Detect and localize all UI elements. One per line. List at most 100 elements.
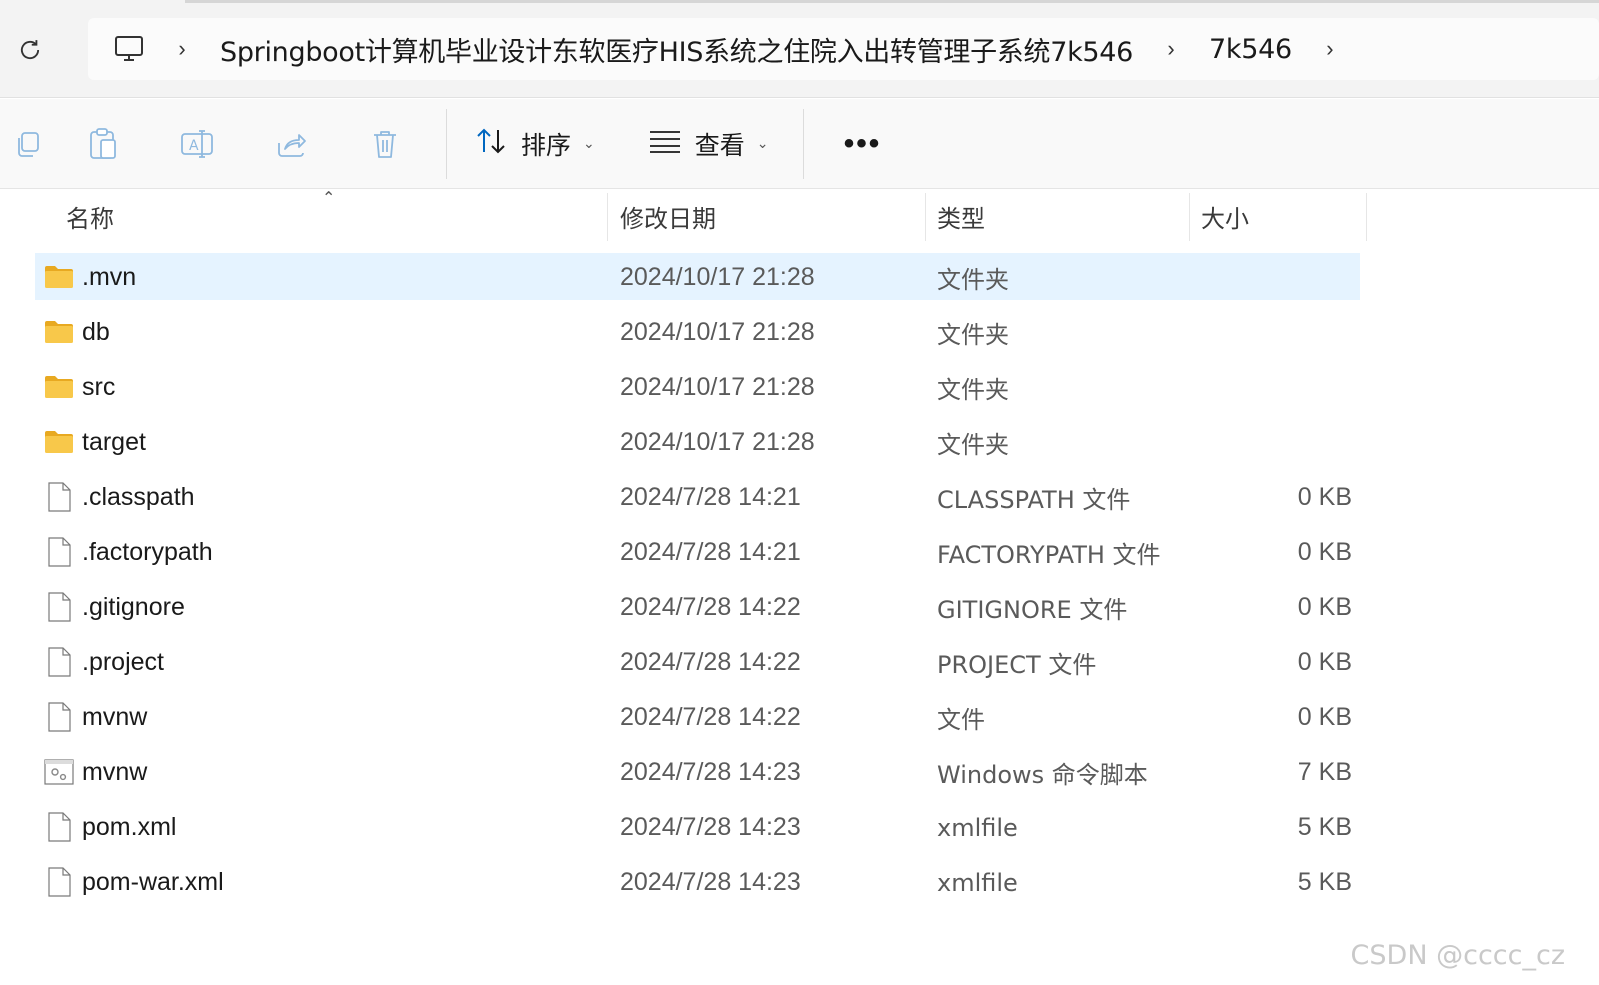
file-name[interactable]: db <box>82 305 110 360</box>
file-date: 2024/7/28 14:22 <box>620 593 801 621</box>
file-name[interactable]: mvnw <box>82 690 147 745</box>
chevron-right-icon[interactable]: › <box>162 36 202 62</box>
sort-icon <box>475 127 507 161</box>
breadcrumb-project[interactable]: Springboot计算机毕业设计东软医疗HIS系统之住院入出转管理子系统7k5… <box>202 30 1151 69</box>
file-row[interactable]: .classpath 2024/7/28 14:21 CLASSPATH 文件 0 K… <box>0 470 1599 525</box>
column-divider[interactable] <box>1366 193 1367 241</box>
share-icon[interactable] <box>244 114 338 174</box>
address-bar-region: › Springboot计算机毕业设计东软医疗HIS系统之住院入出转管理子系统7… <box>0 0 1599 98</box>
file-date: 2024/10/17 21:28 <box>620 263 815 291</box>
file-type: PROJECT 文件 <box>937 651 1097 679</box>
file-size <box>1200 415 1352 470</box>
file-size: 0 KB <box>1297 703 1352 731</box>
file-icon <box>43 591 75 623</box>
column-header-date[interactable]: 修改日期 <box>620 190 920 242</box>
file-row[interactable]: mvnw 2024/7/28 14:22 文件 0 KB <box>0 690 1599 745</box>
copy-icon[interactable] <box>0 114 56 174</box>
file-row[interactable]: .gitignore 2024/7/28 14:22 GITIGNORE 文件 0 K… <box>0 580 1599 635</box>
script-icon <box>43 756 75 788</box>
file-date: 2024/7/28 14:22 <box>620 703 801 731</box>
chevron-down-icon: ⌄ <box>756 135 769 152</box>
file-date: 2024/10/17 21:28 <box>620 428 815 456</box>
file-icon <box>43 811 75 843</box>
watermark: CSDN @cccc_cz <box>1350 940 1565 971</box>
file-size <box>1200 360 1352 415</box>
file-date: 2024/10/17 21:28 <box>620 318 815 346</box>
file-name[interactable]: .project <box>82 635 164 690</box>
sort-button[interactable]: 排序 ⌄ <box>461 114 609 174</box>
folder-icon <box>43 261 75 293</box>
file-name[interactable]: .factorypath <box>82 525 213 580</box>
file-icon <box>43 646 75 678</box>
file-date: 2024/7/28 14:22 <box>620 648 801 676</box>
file-name[interactable]: pom-war.xml <box>82 855 224 910</box>
chevron-down-icon: ⌄ <box>583 135 595 152</box>
file-type: xmlfile <box>937 813 1018 842</box>
refresh-icon[interactable] <box>12 32 48 68</box>
file-type: 文件夹 <box>937 321 1009 349</box>
file-type: xmlfile <box>937 868 1018 897</box>
view-button[interactable]: 查看 ⌄ <box>635 114 783 174</box>
file-name[interactable]: src <box>82 360 115 415</box>
column-header-type[interactable]: 类型 <box>937 190 1182 242</box>
file-size: 7 KB <box>1297 758 1352 786</box>
file-name[interactable]: pom.xml <box>82 800 176 855</box>
file-icon <box>43 481 75 513</box>
rename-icon[interactable]: A <box>150 114 244 174</box>
folder-icon <box>43 316 75 348</box>
view-list-icon <box>649 129 681 159</box>
file-row[interactable]: pom.xml 2024/7/28 14:23 xmlfile 5 KB <box>0 800 1599 855</box>
column-divider[interactable] <box>607 193 608 241</box>
breadcrumb-current[interactable]: 7k546 <box>1191 34 1310 65</box>
file-date: 2024/7/28 14:23 <box>620 868 801 896</box>
file-size: 0 KB <box>1297 538 1352 566</box>
svg-text:A: A <box>189 138 199 154</box>
column-header-size[interactable]: 大小 <box>1201 190 1361 242</box>
file-row[interactable]: mvnw 2024/7/28 14:23 Windows 命令脚本 7 KB <box>0 745 1599 800</box>
view-label: 查看 <box>694 130 745 160</box>
file-row[interactable]: db 2024/10/17 21:28 文件夹 <box>0 305 1599 360</box>
file-row[interactable]: pom-war.xml 2024/7/28 14:23 xmlfile 5 KB <box>0 855 1599 910</box>
file-date: 2024/7/28 14:21 <box>620 538 801 566</box>
file-name[interactable]: target <box>82 415 146 470</box>
sort-label: 排序 <box>521 130 572 160</box>
file-size: 5 KB <box>1297 813 1352 841</box>
file-row[interactable]: src 2024/10/17 21:28 文件夹 <box>0 360 1599 415</box>
file-name[interactable]: .mvn <box>82 250 136 305</box>
delete-icon[interactable] <box>338 114 432 174</box>
chevron-right-icon[interactable]: › <box>1151 36 1191 62</box>
address-box[interactable]: › Springboot计算机毕业设计东软医疗HIS系统之住院入出转管理子系统7… <box>88 18 1599 80</box>
this-pc-icon[interactable] <box>112 32 146 66</box>
more-options-button[interactable]: ••• <box>818 114 908 174</box>
file-row[interactable]: .mvn 2024/10/17 21:28 文件夹 <box>0 250 1599 305</box>
toolbar-divider <box>446 108 447 179</box>
file-icon <box>43 866 75 898</box>
file-row[interactable]: .project 2024/7/28 14:22 PROJECT 文件 0 KB <box>0 635 1599 690</box>
file-size <box>1200 305 1352 360</box>
file-type: FACTORYPATH 文件 <box>937 541 1161 569</box>
file-date: 2024/10/17 21:28 <box>620 373 815 401</box>
command-bar: A 排序 ⌄ 查看 ⌄ ••• <box>0 99 1599 189</box>
folder-icon <box>43 426 75 458</box>
file-row[interactable]: .factorypath 2024/7/28 14:21 FACTORYPATH 文… <box>0 525 1599 580</box>
file-name[interactable]: mvnw <box>82 745 147 800</box>
file-size: 0 KB <box>1297 648 1352 676</box>
file-type: Windows 命令脚本 <box>937 761 1148 789</box>
file-type: CLASSPATH 文件 <box>937 486 1131 514</box>
column-divider[interactable] <box>925 193 926 241</box>
file-date: 2024/7/28 14:23 <box>620 758 801 786</box>
file-date: 2024/7/28 14:23 <box>620 813 801 841</box>
file-row[interactable]: target 2024/10/17 21:28 文件夹 <box>0 415 1599 470</box>
file-name[interactable]: .gitignore <box>82 580 185 635</box>
paste-icon[interactable] <box>56 114 150 174</box>
file-icon <box>43 536 75 568</box>
file-name[interactable]: .classpath <box>82 470 195 525</box>
column-divider[interactable] <box>1189 193 1190 241</box>
file-type: 文件夹 <box>937 376 1009 404</box>
column-header-name[interactable]: 名称 <box>66 190 606 242</box>
file-date: 2024/7/28 14:21 <box>620 483 801 511</box>
file-type: 文件夹 <box>937 431 1009 459</box>
toolbar-divider <box>802 108 804 179</box>
file-type: 文件夹 <box>937 266 1009 294</box>
chevron-right-icon[interactable]: › <box>1310 36 1350 62</box>
